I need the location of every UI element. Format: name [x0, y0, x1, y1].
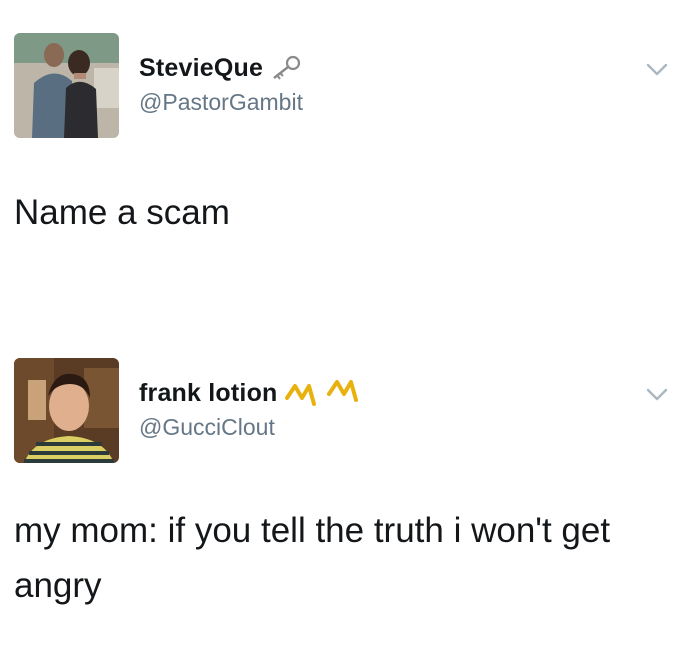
tweet-text: Name a scam — [14, 193, 230, 232]
chevron-down-icon[interactable] — [642, 385, 672, 405]
display-name[interactable]: frank lotion — [139, 379, 278, 408]
user-handle[interactable]: @GucciClout — [139, 414, 275, 441]
tweet-text: my mom: if you tell the truth i won't ge… — [14, 511, 611, 605]
avatar-photo — [14, 33, 119, 138]
user-name-row: StevieQue — [139, 50, 303, 86]
key-icon — [269, 54, 303, 82]
crown-icon — [284, 376, 378, 410]
tweet-card: frank lotion @GucciClout my mom: if you … — [0, 338, 700, 655]
user-name-row: frank lotion — [139, 375, 378, 411]
user-handle[interactable]: @PastorGambit — [139, 89, 303, 116]
avatar-photo — [14, 358, 119, 463]
chevron-down-icon[interactable] — [642, 60, 672, 80]
display-name[interactable]: StevieQue — [139, 54, 263, 83]
avatar[interactable] — [14, 358, 119, 463]
tweet-card: StevieQue @PastorGambit Name a scam — [0, 0, 700, 320]
avatar[interactable] — [14, 33, 119, 138]
